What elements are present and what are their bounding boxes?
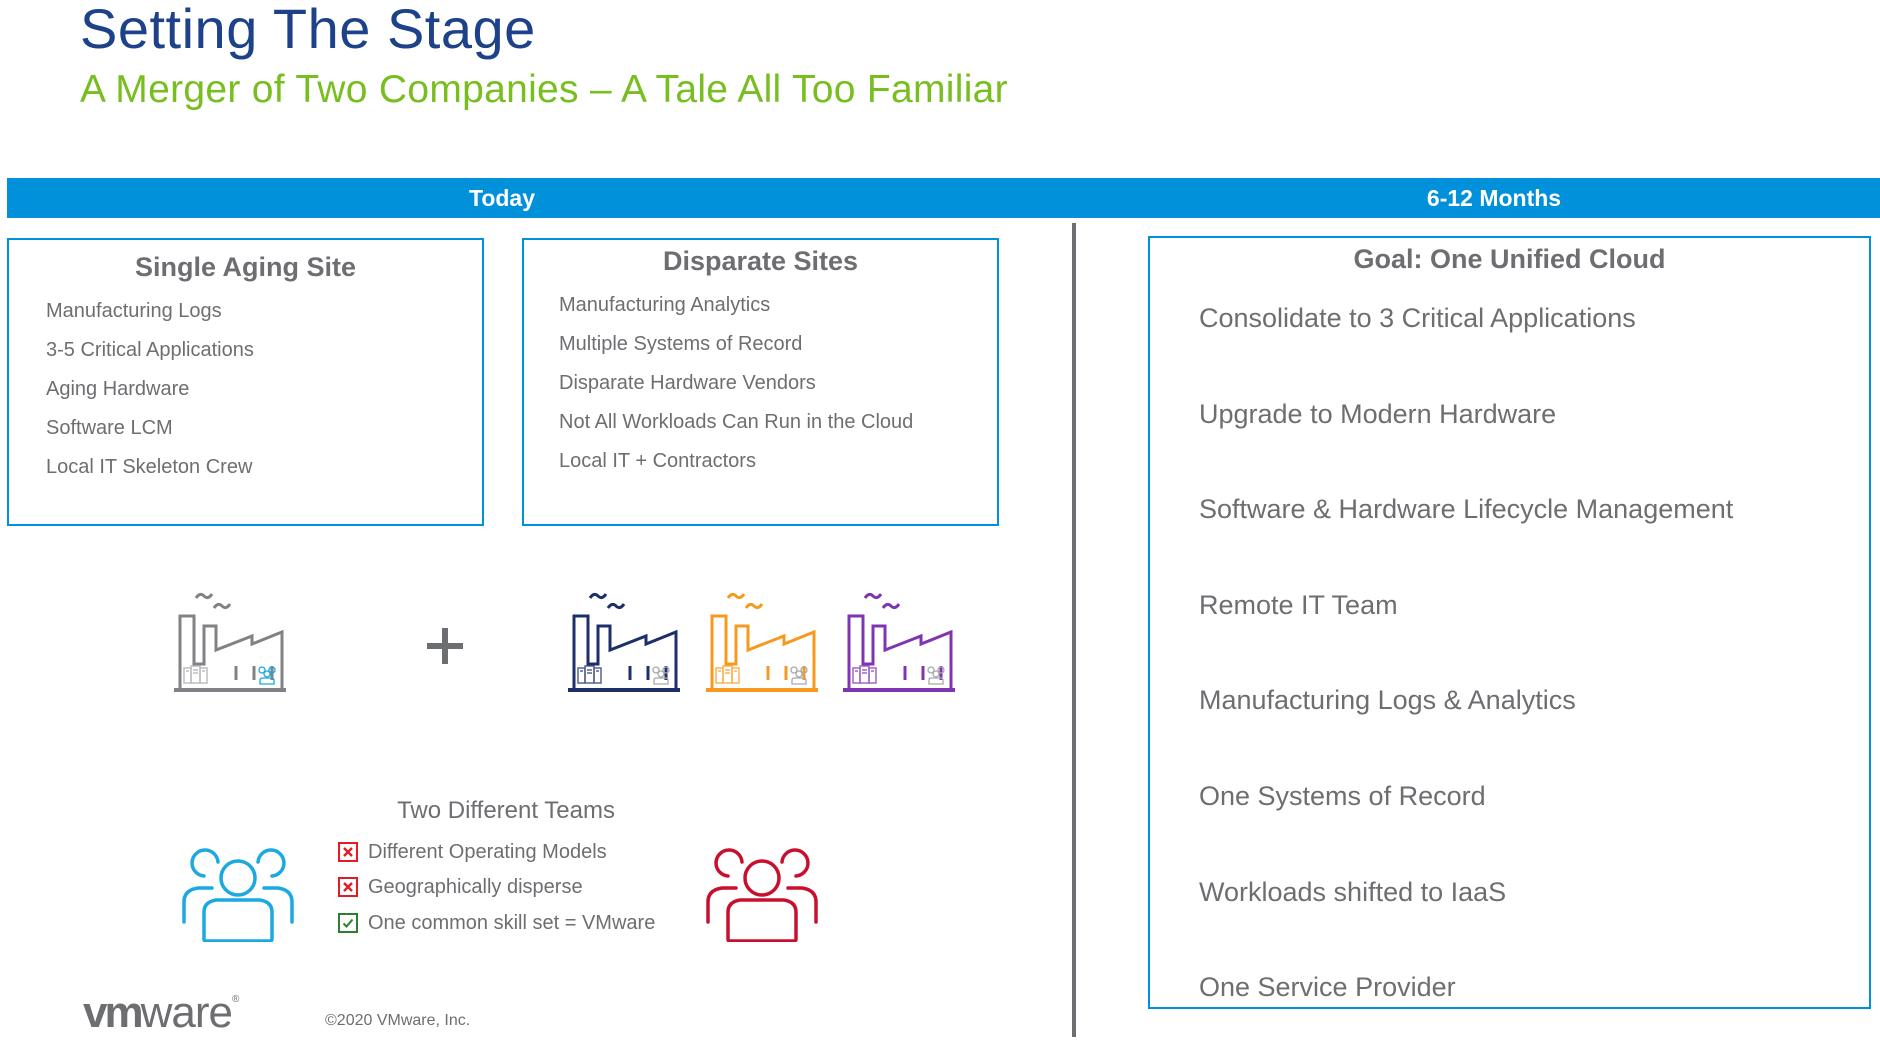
factory-icon [706,592,818,692]
list-item: Aging Hardware [46,378,190,400]
team-point-text: One common skill set = VMware [368,911,656,934]
list-item: 3-5 Critical Applications [46,339,254,361]
server-icon [577,665,602,684]
x-box-icon [338,877,358,897]
disparate-sites-box: Disparate Sites Manufacturing Analytics … [522,238,999,526]
disparate-sites-list: Manufacturing Analytics Multiple Systems… [559,286,913,481]
list-item: Local IT Skeleton Crew [46,456,253,478]
goal-list: Consolidate to 3 Critical Applications U… [1199,298,1733,1063]
checkmark-box-icon [338,913,358,933]
single-aging-site-title: Single Aging Site [134,252,356,282]
smoke-icon [726,592,746,600]
list-item: One Systems of Record [1199,780,1486,811]
timeline-label-today: Today [468,185,536,211]
team-point-text: Different Operating Models [368,840,607,863]
logo-light-part: ware [140,988,233,1037]
plus-icon [427,628,463,664]
list-item: Workloads shifted to IaaS [1199,876,1507,907]
list-item: Software & Hardware Lifecycle Management [1199,494,1734,525]
list-item: Manufacturing Logs & Analytics [1199,685,1576,716]
single-aging-site-list: Manufacturing Logs 3-5 Critical Applicat… [46,292,254,487]
factory-base [174,688,286,692]
list-item: Software LCM [46,417,173,439]
smoke-icon [588,592,608,600]
list-item: Consolidate to 3 Critical Applications [1199,303,1636,333]
slide-subtitle: A Merger of Two Companies – A Tale All T… [80,68,1008,111]
team-point-row: Different Operating Models [338,837,607,867]
team-point-row: Geographically disperse [338,872,583,902]
team-point-row: One common skill set = VMware [338,908,655,938]
list-item: Local IT + Contractors [559,450,756,472]
smoke-icon [863,592,883,600]
server-icon [715,665,740,684]
factory-base [843,688,955,692]
list-item: Multiple Systems of Record [559,333,803,355]
list-item: One Service Provider [1199,972,1456,1003]
logo-bold-part: vm [83,988,144,1037]
teams-title: Two Different Teams [397,797,615,824]
goal-title: Goal: One Unified Cloud [1353,244,1666,274]
list-item: Manufacturing Logs [46,300,222,322]
smoke-icon [881,602,901,610]
smoke-icon [212,602,232,610]
factory-icon [843,592,955,692]
slide-title: Setting The Stage [80,0,536,60]
x-box-icon [338,842,358,862]
smoke-icon [194,592,214,600]
server-icon [183,665,208,684]
vmware-logo: vmware® [83,988,239,1038]
single-aging-site-box: Single Aging Site Manufacturing Logs 3-5… [7,238,484,526]
list-item: Manufacturing Analytics [559,294,771,316]
registered-mark: ® [231,994,239,1005]
smoke-icon [606,602,626,610]
team-point-text: Geographically disperse [368,875,583,898]
list-item: Not All Workloads Can Run in the Cloud [559,411,914,433]
copyright-text: ©2020 VMware, Inc. [325,1012,471,1029]
list-item: Disparate Hardware Vendors [559,372,816,394]
factory-icon [568,592,680,692]
list-item: Remote IT Team [1199,589,1398,620]
section-divider [1072,223,1076,1037]
factory-base [706,688,818,692]
team-icon-left [182,848,294,942]
goal-box: Goal: One Unified Cloud Consolidate to 3… [1148,236,1871,1009]
timeline-label-future: 6-12 Months [1426,185,1562,211]
smoke-icon [744,602,764,610]
list-item: Upgrade to Modern Hardware [1199,398,1557,429]
timeline-bar: Today 6-12 Months [7,178,1880,218]
disparate-sites-title: Disparate Sites [662,246,859,276]
factory-base [568,688,680,692]
server-icon [852,665,877,684]
factory-icon [174,592,286,692]
team-icon-right [706,848,818,942]
